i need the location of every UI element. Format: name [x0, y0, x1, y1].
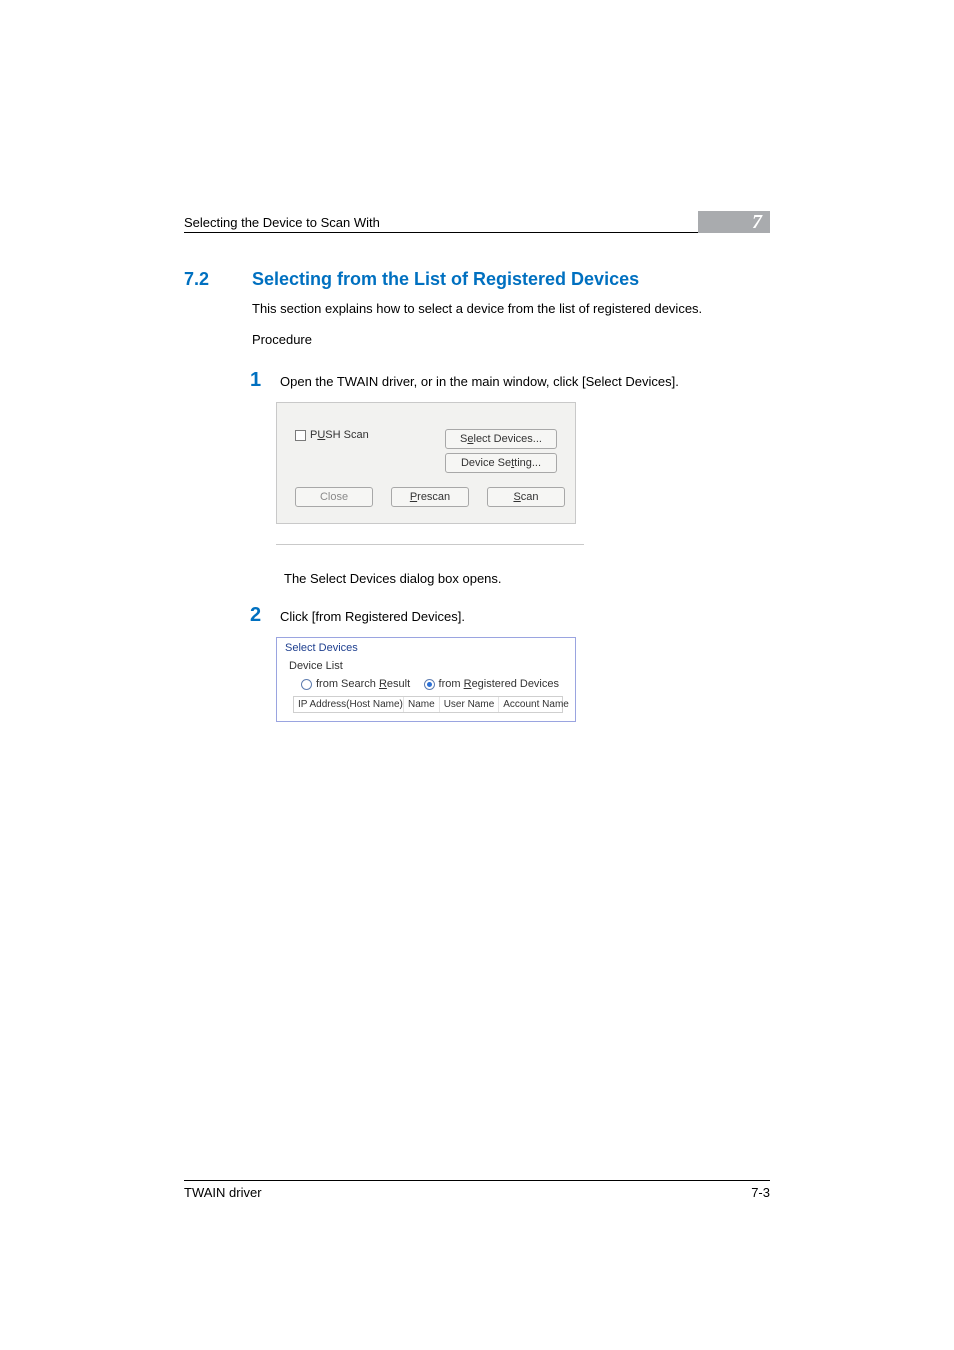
- footer-page-number: 7-3: [751, 1185, 770, 1200]
- col-user-name: User Name: [440, 697, 500, 712]
- step-2: 2 Click [from Registered Devices].: [252, 604, 770, 627]
- radio-icon: [301, 679, 312, 690]
- from-registered-devices-radio[interactable]: from Registered Devices: [424, 678, 559, 690]
- step-2-number: 2: [250, 604, 264, 627]
- section-number: 7.2: [184, 269, 224, 290]
- push-scan-label: PUSH Scan: [310, 429, 369, 441]
- chapter-badge: 7: [698, 211, 770, 233]
- running-title: Selecting the Device to Scan With: [184, 215, 380, 230]
- step-1: 1 Open the TWAIN driver, or in the main …: [252, 369, 770, 392]
- select-devices-button[interactable]: Select Devices...: [445, 429, 557, 449]
- device-list-group-label: Device List: [289, 660, 563, 672]
- prescan-button[interactable]: Prescan: [391, 487, 469, 507]
- step-1-result-text: The Select Devices dialog box opens.: [284, 571, 770, 586]
- dialog-title: Select Devices: [277, 638, 575, 656]
- from-registered-devices-label: from Registered Devices: [439, 678, 559, 690]
- running-header: Selecting the Device to Scan With 7: [184, 208, 770, 233]
- checkbox-icon: [295, 430, 306, 441]
- step-1-text: Open the TWAIN driver, or in the main wi…: [280, 373, 679, 391]
- section-heading: 7.2 Selecting from the List of Registere…: [184, 269, 770, 290]
- from-search-result-radio[interactable]: from Search Result: [301, 678, 410, 690]
- figure-twain-main-window: PUSH Scan Select Devices... Device Setti…: [276, 402, 576, 524]
- figure-select-devices-dialog: Select Devices Device List from Search R…: [276, 637, 576, 722]
- col-account-name: Account Name: [499, 697, 573, 712]
- close-button[interactable]: Close: [295, 487, 373, 507]
- procedure-label: Procedure: [252, 332, 770, 347]
- device-list-table-header: IP Address(Host Name) Name User Name Acc…: [293, 696, 563, 713]
- push-scan-checkbox[interactable]: PUSH Scan: [295, 429, 369, 441]
- scan-button[interactable]: Scan: [487, 487, 565, 507]
- col-ip-address: IP Address(Host Name): [294, 697, 404, 712]
- figure-divider: [276, 544, 584, 545]
- page-footer: TWAIN driver 7-3: [184, 1180, 770, 1200]
- step-2-text: Click [from Registered Devices].: [280, 608, 465, 626]
- section-lead: This section explains how to select a de…: [252, 300, 770, 318]
- footer-left: TWAIN driver: [184, 1185, 262, 1200]
- step-1-number: 1: [250, 369, 264, 392]
- device-setting-button[interactable]: Device Setting...: [445, 453, 557, 473]
- section-title: Selecting from the List of Registered De…: [252, 269, 639, 290]
- radio-icon: [424, 679, 435, 690]
- from-search-result-label: from Search Result: [316, 678, 410, 690]
- col-name: Name: [404, 697, 440, 712]
- chapter-number: 7: [752, 211, 762, 234]
